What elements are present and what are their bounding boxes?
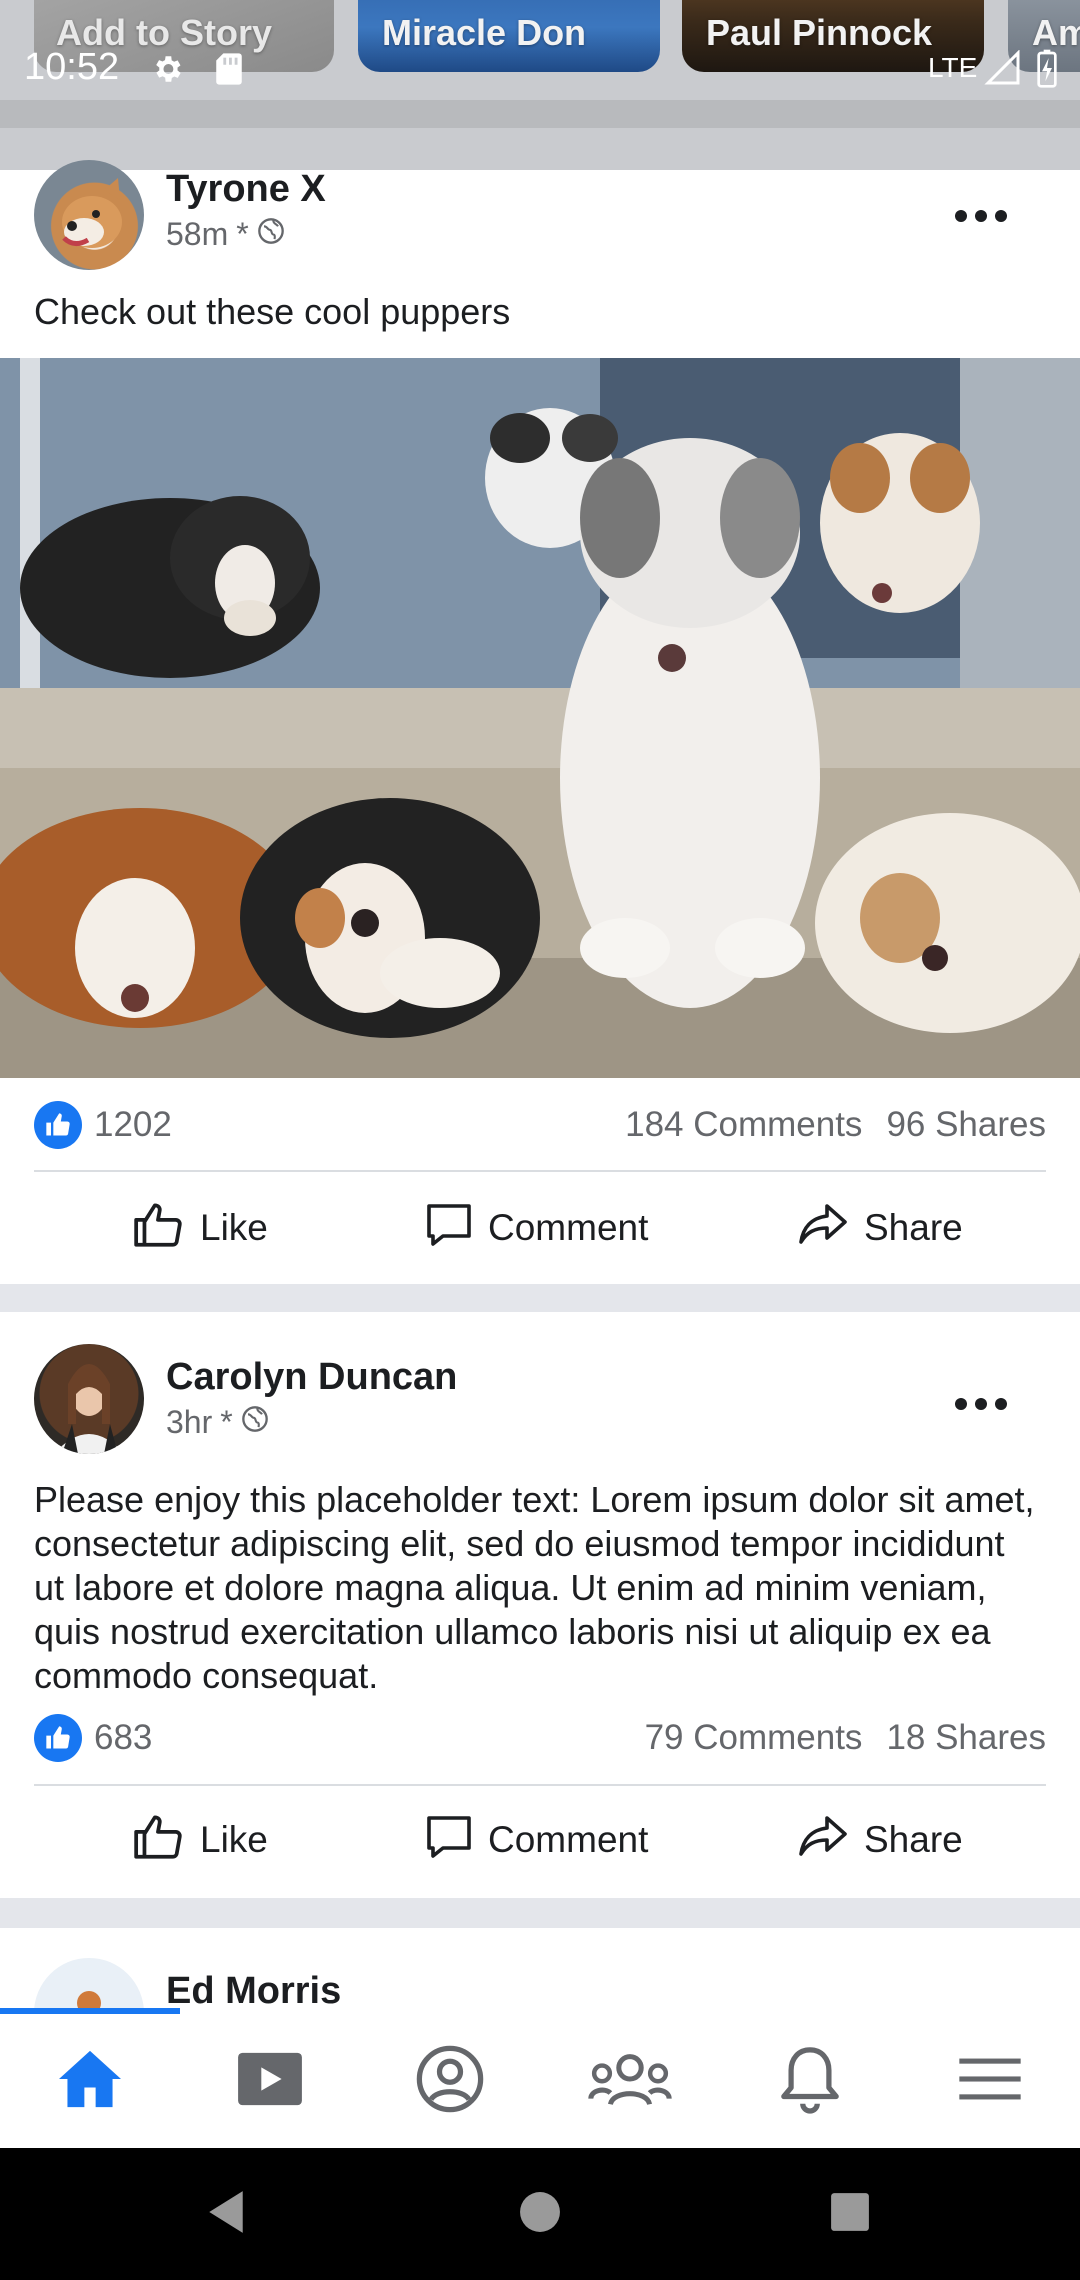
globe-icon [257,216,285,253]
story-label: Paul Pinnock [706,12,933,53]
post-text: Please enjoy this placeholder text: Lore… [34,1479,1035,1696]
recents-icon [829,2191,871,2238]
post-time: 58m [166,216,229,252]
share-label: Share [864,1819,963,1860]
man-avatar-icon [77,1991,101,2008]
bottom-navigation [0,2008,1080,2148]
post-actions: Like Comment Share [0,1188,1080,1268]
share-label: Share [864,1207,963,1248]
back-button[interactable] [176,2178,276,2250]
woman-avatar-icon [54,1364,124,1454]
story-card-add[interactable]: Add to Story [34,0,334,72]
like-badge-icon [34,1714,82,1762]
story-card[interactable]: Miracle Don [358,0,660,72]
video-icon [235,2050,305,2113]
post-text: Check out these cool puppers [34,291,511,332]
like-button[interactable]: Like [132,1188,268,1268]
profile-icon [415,2044,485,2119]
author-name[interactable]: Carolyn Duncan [166,1356,457,1399]
notifications-icon [778,2043,842,2120]
like-badge-icon [34,1101,82,1149]
divider [34,1784,1046,1786]
share-button[interactable]: Share [796,1800,963,1880]
like-button[interactable]: Like [132,1800,268,1880]
menu-icon [958,2056,1022,2107]
author-avatar[interactable] [34,160,144,270]
shares-count[interactable]: 18 Shares [886,1718,1046,1758]
comment-button[interactable]: Comment [424,1800,648,1880]
meta-separator: * [220,1404,233,1440]
share-arrow-icon [796,1814,850,1867]
feed-post: Ed Morris [0,1928,1080,2008]
comments-count[interactable]: 79 Comments [645,1718,863,1758]
back-icon [205,2189,247,2240]
post-stats: 683 79 Comments 18 Shares [34,1708,1046,1768]
like-count[interactable]: 683 [94,1718,152,1758]
comment-label: Comment [488,1207,649,1248]
post-photo[interactable] [0,358,1080,1078]
comments-count[interactable]: 184 Comments [625,1105,862,1145]
like-label: Like [200,1819,268,1860]
feed-post: Tyrone X 58m * Check out these cool pupp… [0,160,1080,1284]
story-label: Am [1032,12,1080,53]
globe-icon [241,1404,269,1441]
story-card[interactable]: Am [1008,0,1080,72]
post-separator [0,1898,1080,1928]
story-card[interactable]: Paul Pinnock [682,0,984,72]
author-name[interactable]: Tyrone X [166,168,326,211]
nav-notifications[interactable] [720,2014,900,2148]
comment-label: Comment [488,1819,649,1860]
nav-groups[interactable] [540,2014,720,2148]
post-meta: 58m * [166,216,285,253]
story-label: Add to Story [56,12,272,53]
system-navigation-bar [0,2148,1080,2280]
more-options-button[interactable] [946,196,1016,236]
post-separator [0,1284,1080,1312]
post-stats: 1202 184 Comments 96 Shares [34,1095,1046,1155]
comment-icon [424,1200,474,1257]
stories-strip[interactable]: Add to Story Miracle Don Paul Pinnock Am [0,0,1080,100]
author-avatar[interactable] [34,1958,144,2008]
nav-menu[interactable] [900,2014,1080,2148]
share-button[interactable]: Share [796,1188,963,1268]
home-icon [56,2048,124,2115]
home-system-button[interactable] [490,2178,590,2250]
like-label: Like [200,1207,268,1248]
nav-profile[interactable] [360,2014,540,2148]
stories-divider [0,100,1080,128]
author-avatar[interactable] [34,1344,144,1454]
story-label: Miracle Don [382,12,587,53]
feed-post: Carolyn Duncan 3hr * Please enjoy this p… [0,1312,1080,1898]
post-actions: Like Comment Share [0,1800,1080,1880]
meta-separator: * [236,216,249,252]
dog-avatar-icon [62,178,122,248]
groups-icon [587,2051,673,2112]
shares-count[interactable]: 96 Shares [886,1105,1046,1145]
nav-home[interactable] [0,2014,180,2148]
nav-video[interactable] [180,2014,360,2148]
share-arrow-icon [796,1202,850,1255]
app-screen: Add to Story Miracle Don Paul Pinnock Am… [0,0,1080,2280]
feed-gap [0,128,1080,170]
comment-button[interactable]: Comment [424,1188,648,1268]
comment-icon [424,1812,474,1869]
post-time: 3hr [166,1404,213,1440]
post-meta: 3hr * [166,1404,269,1441]
divider [34,1170,1046,1172]
thumbs-up-icon [132,1199,186,1258]
thumbs-up-icon [132,1811,186,1870]
more-options-button[interactable] [946,1384,1016,1424]
puppies-photo-illustration [0,358,1080,1078]
home-circle-icon [519,2191,561,2238]
recents-button[interactable] [800,2178,900,2250]
author-name[interactable]: Ed Morris [166,1970,341,2008]
like-count[interactable]: 1202 [94,1105,172,1145]
